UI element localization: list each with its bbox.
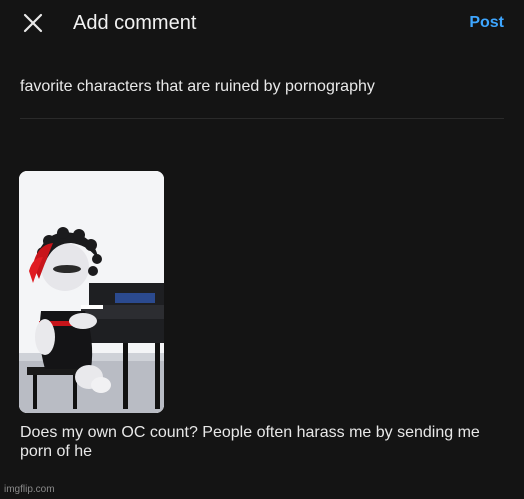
close-button[interactable]	[20, 10, 46, 36]
parent-post-text: favorite characters that are ruined by p…	[20, 78, 375, 95]
divider	[20, 118, 504, 119]
top-bar: Add comment Post	[0, 0, 524, 46]
watermark: imgflip.com	[4, 484, 55, 495]
character-at-piano-image	[19, 171, 164, 413]
attached-image[interactable]	[19, 171, 164, 413]
close-icon	[23, 13, 43, 33]
comment-text[interactable]: Does my own OC count? People often haras…	[20, 423, 510, 461]
post-button[interactable]: Post	[469, 12, 504, 34]
page-title: Add comment	[73, 12, 197, 34]
